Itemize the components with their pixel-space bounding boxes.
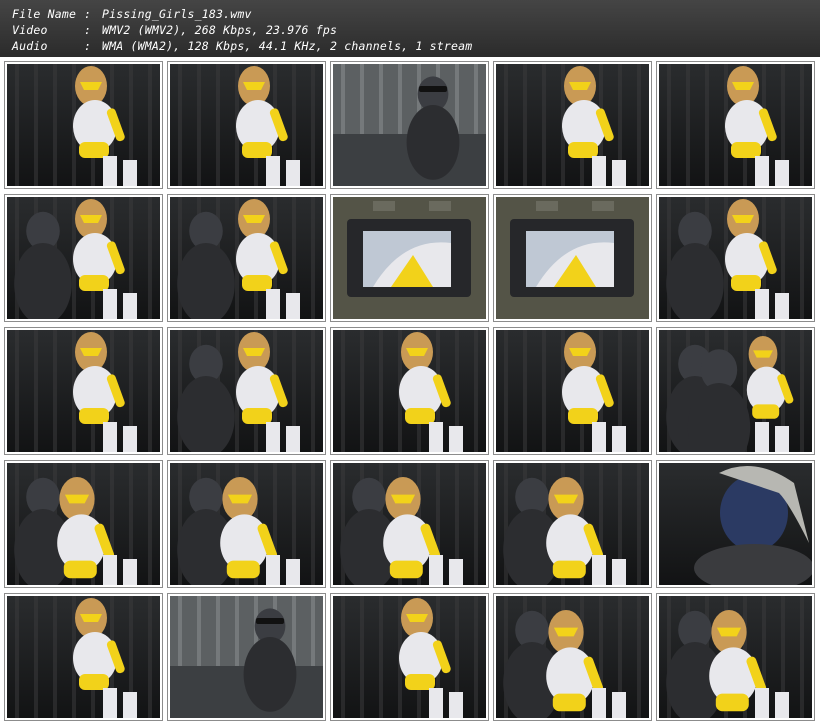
thumbnail-image — [170, 64, 323, 186]
thumbnail-image — [659, 197, 812, 319]
thumbnail-frame — [167, 194, 326, 322]
thumbnail-frame — [4, 61, 163, 189]
thumbnail-frame — [493, 460, 652, 588]
thumbnail-image — [496, 197, 649, 319]
thumbnail-frame — [656, 593, 815, 721]
thumbnail-image — [333, 463, 486, 585]
file-name-value: Pissing_Girls_183.wmv — [102, 7, 252, 21]
thumbnail-frame — [656, 194, 815, 322]
thumbnail-frame — [493, 61, 652, 189]
thumbnail-frame — [4, 460, 163, 588]
thumbnail-image — [7, 596, 160, 718]
audio-row: Audio: WMA (WMA2), 128 Kbps, 44.1 KHz, 2 … — [12, 39, 472, 54]
thumbnail-image — [659, 596, 812, 718]
thumbnail-image — [496, 330, 649, 452]
thumbnail-frame — [167, 460, 326, 588]
separator: : — [84, 39, 92, 53]
thumbnail-frame — [656, 61, 815, 189]
thumbnail-sheet: File Name: Pissing_Girls_183.wmv Video: WM… — [0, 0, 820, 727]
file-name-row: File Name: Pissing_Girls_183.wmv — [12, 7, 252, 22]
thumbnail-image — [7, 463, 160, 585]
thumbnail-image — [659, 330, 812, 452]
thumbnail-frame — [330, 194, 489, 322]
thumbnail-image — [659, 463, 812, 585]
thumbnail-frame — [493, 194, 652, 322]
thumbnail-frame — [4, 327, 163, 455]
thumbnail-frame — [330, 327, 489, 455]
file-name-label: File Name — [12, 7, 77, 21]
thumbnail-grid — [0, 57, 820, 727]
video-value: WMV2 (WMV2), 268 Kbps, 23.976 fps — [102, 23, 338, 37]
audio-label: Audio — [12, 39, 48, 53]
thumbnail-image — [7, 197, 160, 319]
thumbnail-frame — [330, 61, 489, 189]
video-row: Video: WMV2 (WMV2), 268 Kbps, 23.976 fps — [12, 23, 337, 38]
separator: : — [84, 7, 92, 21]
thumbnail-image — [659, 64, 812, 186]
thumbnail-frame — [656, 460, 815, 588]
thumbnail-image — [496, 596, 649, 718]
audio-value: WMA (WMA2), 128 Kbps, 44.1 KHz, 2 channe… — [102, 39, 473, 53]
thumbnail-image — [333, 197, 486, 319]
thumbnail-frame — [4, 593, 163, 721]
separator: : — [84, 23, 92, 37]
thumbnail-image — [496, 463, 649, 585]
thumbnail-frame — [330, 593, 489, 721]
thumbnail-image — [7, 64, 160, 186]
thumbnail-frame — [330, 460, 489, 588]
thumbnail-frame — [656, 327, 815, 455]
thumbnail-frame — [167, 593, 326, 721]
thumbnail-image — [333, 596, 486, 718]
thumbnail-image — [7, 330, 160, 452]
video-label: Video — [12, 23, 48, 37]
thumbnail-image — [333, 64, 486, 186]
thumbnail-image — [333, 330, 486, 452]
thumbnail-image — [170, 197, 323, 319]
thumbnail-frame — [167, 61, 326, 189]
file-info-header: File Name: Pissing_Girls_183.wmv Video: WM… — [0, 0, 820, 57]
thumbnail-frame — [493, 327, 652, 455]
thumbnail-frame — [167, 327, 326, 455]
thumbnail-image — [170, 330, 323, 452]
thumbnail-image — [496, 64, 649, 186]
thumbnail-image — [170, 463, 323, 585]
thumbnail-frame — [4, 194, 163, 322]
thumbnail-image — [170, 596, 323, 718]
thumbnail-frame — [493, 593, 652, 721]
